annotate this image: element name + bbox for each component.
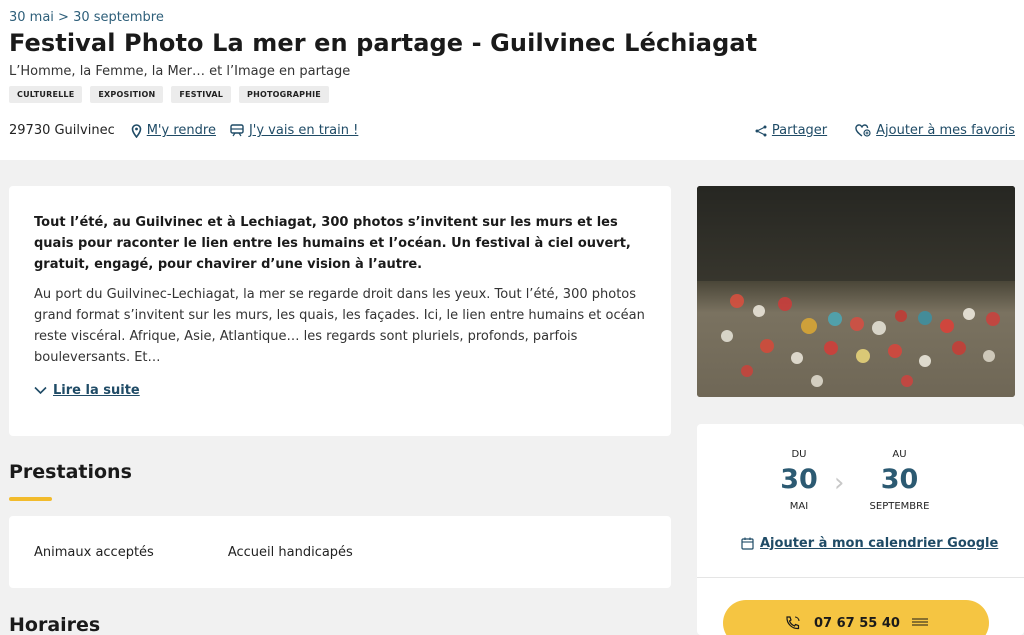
chevron-right-icon: ›: [834, 468, 845, 498]
calendar-icon: [741, 537, 754, 550]
google-calendar-label: Ajouter à mon calendrier Google: [760, 536, 999, 551]
tag-festival[interactable]: FESTIVAL: [171, 86, 232, 103]
directions-label: M'y rendre: [146, 123, 216, 138]
google-calendar-link[interactable]: Ajouter à mon calendrier Google: [741, 536, 998, 551]
directions-link[interactable]: M'y rendre: [131, 123, 216, 138]
description-body: Au port du Guilvinec-Lechiagat, la mer s…: [34, 287, 645, 365]
train-icon: [230, 124, 244, 137]
phone-icon: [786, 616, 800, 630]
event-header: 30 mai > 30 septembre Festival Photo La …: [0, 0, 1024, 160]
start-date-month: MAI: [789, 501, 809, 512]
service-item: Animaux acceptés: [34, 544, 154, 560]
services-title: Prestations: [9, 461, 132, 483]
read-more-link[interactable]: Lire la suite: [34, 383, 140, 398]
start-date-label: DU: [791, 449, 807, 460]
description-lead: Tout l’été, au Guilvinec et à Lechiagat,…: [34, 215, 631, 272]
train-label: J'y vais en train !: [248, 123, 359, 138]
tag-culturelle[interactable]: CULTURELLE: [9, 86, 83, 103]
favorite-button[interactable]: Ajouter à mes favoris: [855, 123, 1015, 138]
phone-button[interactable]: 07 67 55 40: [723, 600, 989, 635]
train-link[interactable]: J'y vais en train !: [230, 123, 358, 138]
read-more-label: Lire la suite: [53, 383, 140, 398]
city-label: 29730 Guilvinec: [9, 123, 115, 138]
favorite-label: Ajouter à mes favoris: [876, 123, 1015, 138]
beach-umbrellas-image: [697, 186, 1015, 397]
end-date: AU 30 SEPTEMBRE: [853, 449, 946, 512]
end-date-day: 30: [880, 464, 919, 495]
phone-number: 07 67 55 40: [814, 615, 900, 631]
services-card: Animaux acceptés Accueil handicapés: [9, 516, 671, 588]
start-date-day: 30: [780, 464, 818, 495]
share-label: Partager: [771, 123, 828, 138]
service-item: Accueil handicapés: [227, 544, 353, 560]
page-subtitle: L’Homme, la Femme, la Mer… et l’Image en…: [9, 64, 351, 79]
start-date: DU 30 MAI: [769, 449, 829, 512]
tag-list: CULTURELLE EXPOSITION FESTIVAL PHOTOGRAP…: [9, 86, 329, 103]
dates-card: DU 30 MAI › AU 30 SEPTEMBRE Ajouter à mo…: [697, 424, 1024, 635]
actions-row: Partager Ajouter à mes favoris: [727, 123, 1015, 138]
end-date-label: AU: [892, 449, 907, 460]
share-button[interactable]: Partager: [755, 123, 827, 138]
tag-photographie[interactable]: PHOTOGRAPHIE: [239, 86, 329, 103]
heart-plus-icon: [855, 124, 871, 137]
end-date-month: SEPTEMBRE: [869, 501, 930, 512]
tag-exposition[interactable]: EXPOSITION: [90, 86, 164, 103]
share-icon: [755, 125, 767, 136]
event-photo[interactable]: [697, 186, 1015, 397]
description-card: Tout l’été, au Guilvinec et à Lechiagat,…: [9, 186, 671, 436]
masked-number-icon: [911, 618, 928, 626]
services-title-underline: [9, 497, 52, 501]
map-pin-icon: [131, 123, 142, 138]
hours-title: Horaires: [9, 614, 101, 635]
divider: [697, 577, 1024, 578]
page-title: Festival Photo La mer en partage - Guilv…: [9, 29, 758, 57]
chevron-down-icon: [34, 386, 47, 395]
date-range: 30 mai > 30 septembre: [9, 10, 164, 25]
location-row: 29730 Guilvinec M'y rendre J'y vais en t…: [9, 123, 372, 138]
